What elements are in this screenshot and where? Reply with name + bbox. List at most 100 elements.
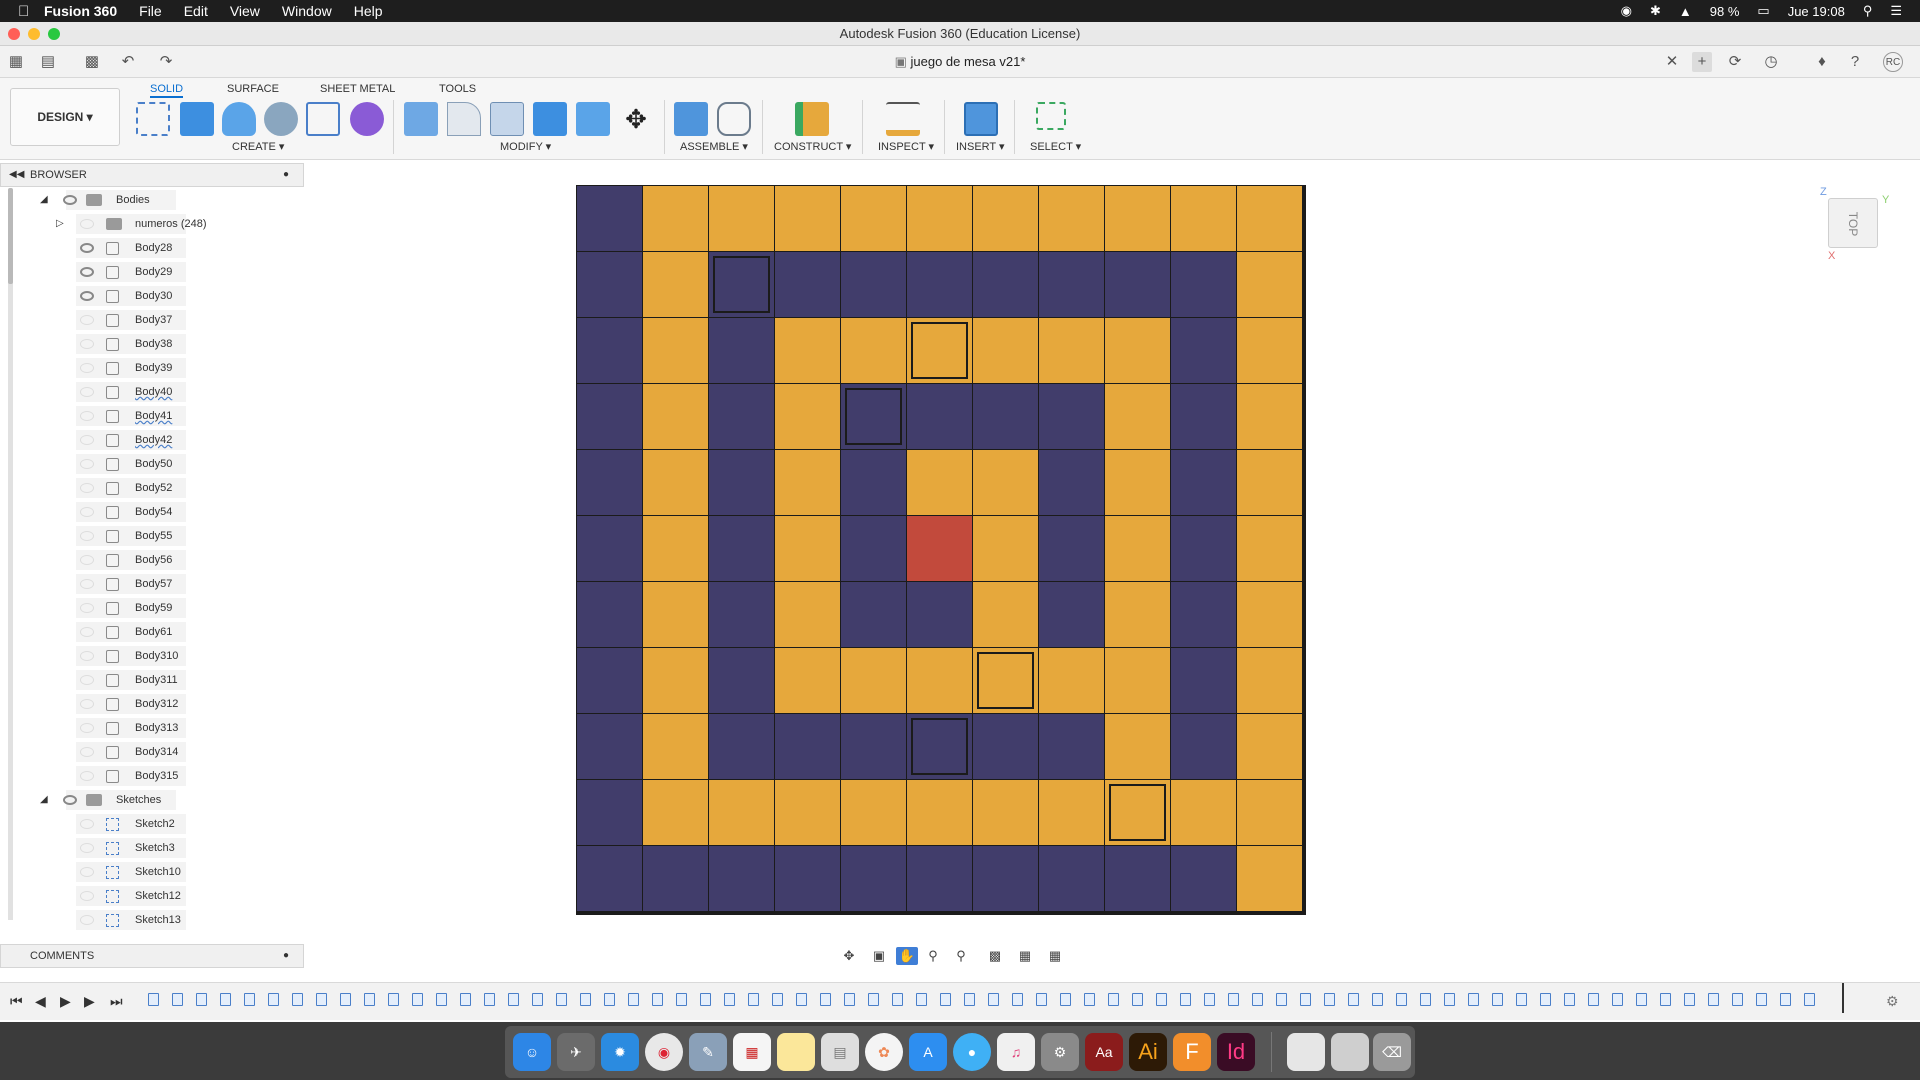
board-cell[interactable] xyxy=(643,186,708,251)
timeline-feature-icon[interactable] xyxy=(1636,993,1647,1006)
timeline-feature-icon[interactable] xyxy=(1300,993,1311,1006)
timeline-feature-icon[interactable] xyxy=(364,993,375,1006)
board-cell[interactable] xyxy=(643,450,708,515)
timeline-feature-icon[interactable] xyxy=(172,993,183,1006)
board-cell[interactable] xyxy=(1039,780,1104,845)
board-cell[interactable] xyxy=(1171,318,1236,383)
board-cell[interactable] xyxy=(643,648,708,713)
visibility-eye-icon[interactable] xyxy=(80,915,94,925)
select-group-label[interactable]: SELECT ▾ xyxy=(1030,140,1081,153)
board-cell[interactable] xyxy=(973,582,1038,647)
timeline-feature-icon[interactable] xyxy=(1516,993,1527,1006)
timeline-feature-icon[interactable] xyxy=(580,993,591,1006)
visibility-eye-icon[interactable] xyxy=(80,411,94,421)
board-cell[interactable] xyxy=(775,252,840,317)
board-cell[interactable] xyxy=(1039,186,1104,251)
board-cell[interactable] xyxy=(1105,186,1170,251)
timeline-feature-icon[interactable] xyxy=(1228,993,1239,1006)
board-cell[interactable] xyxy=(907,648,972,713)
board-cell[interactable] xyxy=(841,714,906,779)
board-cell[interactable] xyxy=(1039,252,1104,317)
board-cell[interactable] xyxy=(841,516,906,581)
board-cell[interactable] xyxy=(775,780,840,845)
board-cell[interactable] xyxy=(709,186,774,251)
workspace-switcher[interactable]: DESIGN ▾ xyxy=(10,88,120,146)
zoom-icon[interactable]: ⚲ xyxy=(922,947,944,965)
board-cell[interactable] xyxy=(1105,252,1170,317)
pin-panel-icon[interactable]: ● xyxy=(283,164,289,186)
document-tab[interactable]: ▣ juego de mesa v21* xyxy=(0,46,1920,78)
board-cell[interactable] xyxy=(709,846,774,911)
board-cell[interactable] xyxy=(577,582,642,647)
create-sketch-icon[interactable] xyxy=(136,102,170,136)
visibility-eye-icon[interactable] xyxy=(80,603,94,613)
close-tab-icon[interactable]: ✕ xyxy=(1662,52,1682,72)
timeline-feature-icon[interactable] xyxy=(532,993,543,1006)
look-at-icon[interactable]: ▣ xyxy=(868,947,890,965)
split-body-icon[interactable] xyxy=(576,102,610,136)
board-cell[interactable] xyxy=(1171,846,1236,911)
visibility-eye-icon[interactable] xyxy=(80,771,94,781)
timeline-feature-icon[interactable] xyxy=(940,993,951,1006)
board-cell[interactable] xyxy=(643,780,708,845)
new-tab-icon[interactable]: + xyxy=(1692,52,1712,72)
pattern-icon[interactable] xyxy=(306,102,340,136)
apple-icon[interactable]:  xyxy=(18,3,44,20)
visibility-eye-icon[interactable] xyxy=(80,387,94,397)
tab-sheet-metal[interactable]: SHEET METAL xyxy=(320,80,395,98)
modify-group-label[interactable]: MODIFY ▾ xyxy=(500,140,551,153)
board-cell[interactable] xyxy=(709,648,774,713)
collapse-arrow-icon[interactable]: ◢ xyxy=(40,190,48,210)
tree-item-sketch[interactable]: Sketch12 xyxy=(0,886,300,906)
notes-icon[interactable] xyxy=(777,1033,815,1071)
visibility-eye-icon[interactable] xyxy=(80,459,94,469)
visibility-eye-icon[interactable] xyxy=(80,363,94,373)
battery-status[interactable]: 98 % xyxy=(1710,4,1740,19)
board-cell[interactable] xyxy=(643,318,708,383)
board-cell[interactable] xyxy=(577,648,642,713)
board-cell[interactable] xyxy=(709,450,774,515)
board-game-model[interactable] xyxy=(576,185,1306,915)
board-cell[interactable] xyxy=(1105,714,1170,779)
board-cell[interactable] xyxy=(1171,384,1236,449)
board-cell[interactable] xyxy=(973,780,1038,845)
timeline-feature-icon[interactable] xyxy=(268,993,279,1006)
timeline-feature-icon[interactable] xyxy=(196,993,207,1006)
timeline-feature-icon[interactable] xyxy=(1180,993,1191,1006)
timeline-feature-icon[interactable] xyxy=(508,993,519,1006)
photo-viewer-icon[interactable]: ▤ xyxy=(821,1033,859,1071)
board-cell[interactable] xyxy=(709,582,774,647)
board-cell[interactable] xyxy=(577,780,642,845)
tree-item-body[interactable]: Body310 xyxy=(0,646,300,666)
comments-panel-header[interactable]: COMMENTS ● xyxy=(0,944,304,968)
insert-image-icon[interactable] xyxy=(964,102,998,136)
visibility-eye-icon[interactable] xyxy=(80,339,94,349)
timeline-feature-icon[interactable] xyxy=(1612,993,1623,1006)
messages-icon[interactable]: ● xyxy=(953,1033,991,1071)
board-cell[interactable] xyxy=(1171,450,1236,515)
tree-item-body[interactable]: Body39 xyxy=(0,358,300,378)
minimize-window-icon[interactable] xyxy=(28,28,40,40)
timeline-feature-icon[interactable] xyxy=(484,993,495,1006)
pan-icon[interactable]: ✋ xyxy=(896,947,918,965)
board-cell[interactable] xyxy=(907,186,972,251)
tree-item-body[interactable]: Body40 xyxy=(0,382,300,402)
tab-tools[interactable]: TOOLS xyxy=(439,80,476,98)
board-cell[interactable] xyxy=(1171,582,1236,647)
extensions-icon[interactable]: ⟳ xyxy=(1725,52,1745,72)
timeline-feature-icon[interactable] xyxy=(436,993,447,1006)
timeline-feature-icon[interactable] xyxy=(628,993,639,1006)
downloads-stack-icon[interactable] xyxy=(1331,1033,1369,1071)
timeline-feature-icon[interactable] xyxy=(1684,993,1695,1006)
timeline-feature-icon[interactable] xyxy=(316,993,327,1006)
menu-edit[interactable]: Edit xyxy=(184,3,208,19)
timeline-feature-icon[interactable] xyxy=(1132,993,1143,1006)
timeline-feature-icon[interactable] xyxy=(1660,993,1671,1006)
visibility-eye-icon[interactable] xyxy=(80,579,94,589)
timeline-step-back-icon[interactable]: ◀ xyxy=(35,993,46,1010)
maximize-window-icon[interactable] xyxy=(48,28,60,40)
dictionary-icon[interactable]: Aa xyxy=(1085,1033,1123,1071)
tree-folder-bodies[interactable]: ◢ Bodies xyxy=(0,190,300,210)
close-window-icon[interactable] xyxy=(8,28,20,40)
board-cell[interactable] xyxy=(1171,252,1236,317)
